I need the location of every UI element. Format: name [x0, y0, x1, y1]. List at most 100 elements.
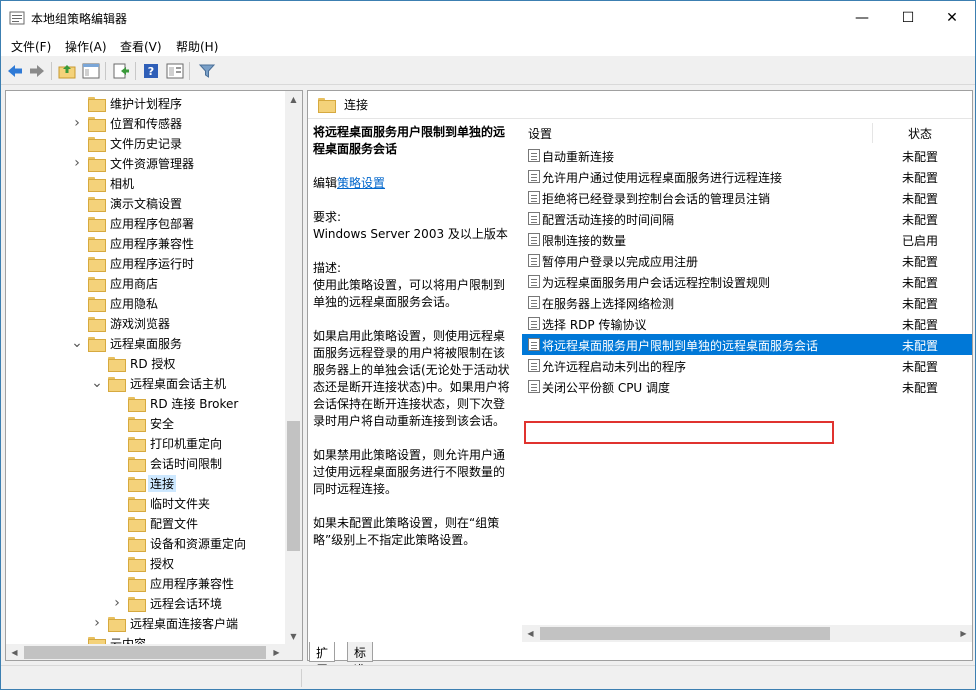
tree-item[interactable]: RD 连接 Broker [6, 393, 286, 413]
chevron-down-icon[interactable]: ⌄ [91, 373, 103, 393]
policy-row[interactable]: 选择 RDP 传输协议 未配置 [522, 313, 972, 334]
tree-item[interactable]: › 远程会话环境 [6, 593, 286, 613]
column-header-state[interactable]: 状态 [908, 123, 932, 143]
tree-horizontal-scrollbar[interactable]: ◀ ▶ [6, 644, 302, 660]
tree-item[interactable]: › 位置和传感器 [6, 113, 286, 133]
scroll-right-arrow[interactable]: ▶ [955, 625, 972, 642]
tree-horizontal-thumb[interactable] [24, 646, 266, 659]
tree-item[interactable]: 临时文件夹 [6, 493, 286, 513]
policy-state: 未配置 [902, 213, 939, 227]
policy-name: 关闭公平份额 CPU 调度 [542, 381, 671, 395]
policy-row[interactable]: 为远程桌面服务用户会话远程控制设置规则 未配置 [522, 271, 972, 292]
tree-item[interactable]: ⌄ 远程桌面服务 [6, 333, 286, 353]
scroll-left-arrow[interactable]: ◀ [522, 625, 539, 642]
tree-item[interactable]: 维护计划程序 [6, 93, 286, 113]
chevron-right-icon[interactable]: › [112, 593, 122, 613]
minimize-button[interactable]: — [839, 1, 885, 34]
tree-item[interactable]: 设备和资源重定向 [6, 533, 286, 553]
policy-setting-icon [528, 275, 540, 288]
chevron-right-icon[interactable]: › [92, 613, 102, 633]
policy-setting-icon [528, 296, 540, 309]
up-folder-icon[interactable] [57, 61, 77, 81]
export-list-icon[interactable] [111, 61, 131, 81]
chevron-right-icon[interactable]: › [72, 153, 82, 173]
app-icon [9, 11, 25, 25]
properties-icon[interactable] [165, 61, 185, 81]
tree-item[interactable]: › 远程桌面连接客户端 [6, 613, 286, 633]
close-button[interactable]: ✕ [929, 1, 975, 34]
scroll-up-arrow[interactable]: ▲ [285, 91, 302, 108]
tree-item[interactable]: › 文件资源管理器 [6, 153, 286, 173]
tree-item[interactable]: 会话时间限制 [6, 453, 286, 473]
folder-icon [88, 256, 106, 272]
tree-item[interactable]: 打印机重定向 [6, 433, 286, 453]
tree-item[interactable]: 应用商店 [6, 273, 286, 293]
list-horizontal-scrollbar[interactable]: ◀ ▶ [522, 625, 972, 642]
tree-item[interactable]: 应用程序兼容性 [6, 573, 286, 593]
tree-item[interactable]: 连接 [6, 473, 286, 493]
tree-item[interactable]: RD 授权 [6, 353, 286, 373]
scroll-down-arrow[interactable]: ▼ [285, 628, 302, 645]
policy-row[interactable]: 暂停用户登录以完成应用注册 未配置 [522, 250, 972, 271]
tree-item[interactable]: 应用隐私 [6, 293, 286, 313]
help-icon[interactable]: ? [141, 61, 161, 81]
toolbar-separator [189, 62, 190, 80]
description-text-3: 如果禁用此策略设置，则允许用户通过使用远程桌面服务进行不限数量的同时远程连接。 [313, 448, 506, 496]
tree-item-label: 打印机重定向 [150, 436, 223, 451]
policy-row[interactable]: 自动重新连接 未配置 [522, 145, 972, 166]
policy-row[interactable]: 将远程桌面服务用户限制到单独的远程桌面服务会话 未配置 [522, 334, 972, 355]
tree-item[interactable]: 应用程序运行时 [6, 253, 286, 273]
tab-standard[interactable]: 标准 [347, 642, 374, 677]
chevron-right-icon[interactable]: › [72, 113, 82, 133]
menu-action[interactable]: 操作(A) [65, 38, 107, 55]
tree-item[interactable]: 安全 [6, 413, 286, 433]
tree-item-label: 应用程序运行时 [110, 256, 195, 271]
tree-item-label: 应用程序包部署 [110, 216, 195, 231]
tree-vertical-thumb[interactable] [287, 421, 300, 551]
tree-item[interactable]: 授权 [6, 553, 286, 573]
edit-policy-link[interactable]: 策略设置 [337, 176, 385, 190]
column-header-setting[interactable]: 设置 [528, 123, 552, 143]
tree-vertical-scrollbar[interactable]: ▲ ▼ [285, 91, 302, 645]
menu-view[interactable]: 查看(V) [120, 38, 162, 55]
requirements-label: 要求: [313, 210, 342, 224]
policy-row[interactable]: 配置活动连接的时间间隔 未配置 [522, 208, 972, 229]
chevron-down-icon[interactable]: ⌄ [71, 333, 83, 353]
tree-item[interactable]: 文件历史记录 [6, 133, 286, 153]
menu-help[interactable]: 帮助(H) [176, 38, 218, 55]
menu-file[interactable]: 文件(F) [11, 38, 51, 55]
forward-arrow-icon[interactable] [27, 61, 47, 81]
policy-row[interactable]: 关闭公平份额 CPU 调度 未配置 [522, 376, 972, 397]
maximize-button[interactable]: ☐ [885, 1, 931, 34]
show-hide-tree-icon[interactable] [81, 61, 101, 81]
policy-setting-icon [528, 338, 540, 351]
tree-item[interactable]: ⌄ 远程桌面会话主机 [6, 373, 286, 393]
folder-icon [108, 376, 126, 392]
back-arrow-icon[interactable] [5, 61, 25, 81]
policy-row[interactable]: 在服务器上选择网络检测 未配置 [522, 292, 972, 313]
scroll-left-arrow[interactable]: ◀ [6, 644, 23, 660]
policy-setting-icon [528, 191, 540, 204]
tree-item-label: 安全 [150, 416, 175, 431]
tree-item[interactable]: 游戏浏览器 [6, 313, 286, 333]
tree-item[interactable]: 演示文稿设置 [6, 193, 286, 213]
scroll-right-arrow[interactable]: ▶ [268, 644, 285, 660]
tree-item[interactable]: 应用程序包部署 [6, 213, 286, 233]
policy-row[interactable]: 限制连接的数量 已启用 [522, 229, 972, 250]
list-horizontal-thumb[interactable] [540, 627, 830, 640]
folder-icon [88, 196, 106, 212]
policy-row[interactable]: 拒绝将已经登录到控制台会话的管理员注销 未配置 [522, 187, 972, 208]
folder-icon [128, 476, 146, 492]
column-divider[interactable] [872, 123, 873, 143]
tree-item[interactable]: 应用程序兼容性 [6, 233, 286, 253]
tab-extended[interactable]: 扩展 [309, 642, 336, 677]
tree-item[interactable]: 配置文件 [6, 513, 286, 533]
svg-text:?: ? [148, 65, 154, 78]
title-bar[interactable]: 本地组策略编辑器 — ☐ ✕ [1, 1, 975, 34]
policy-row[interactable]: 允许远程启动未列出的程序 未配置 [522, 355, 972, 376]
tree-pane[interactable]: 维护计划程序 › 位置和传感器 文件历史记录 › 文件资源管理器 相机 演示文稿设置应用程序包… [5, 90, 303, 661]
policy-row[interactable]: 允许用户通过使用远程桌面服务进行远程连接 未配置 [522, 166, 972, 187]
tree-item[interactable]: 相机 [6, 173, 286, 193]
policy-name: 选择 RDP 传输协议 [542, 318, 647, 332]
filter-icon[interactable] [197, 61, 217, 81]
